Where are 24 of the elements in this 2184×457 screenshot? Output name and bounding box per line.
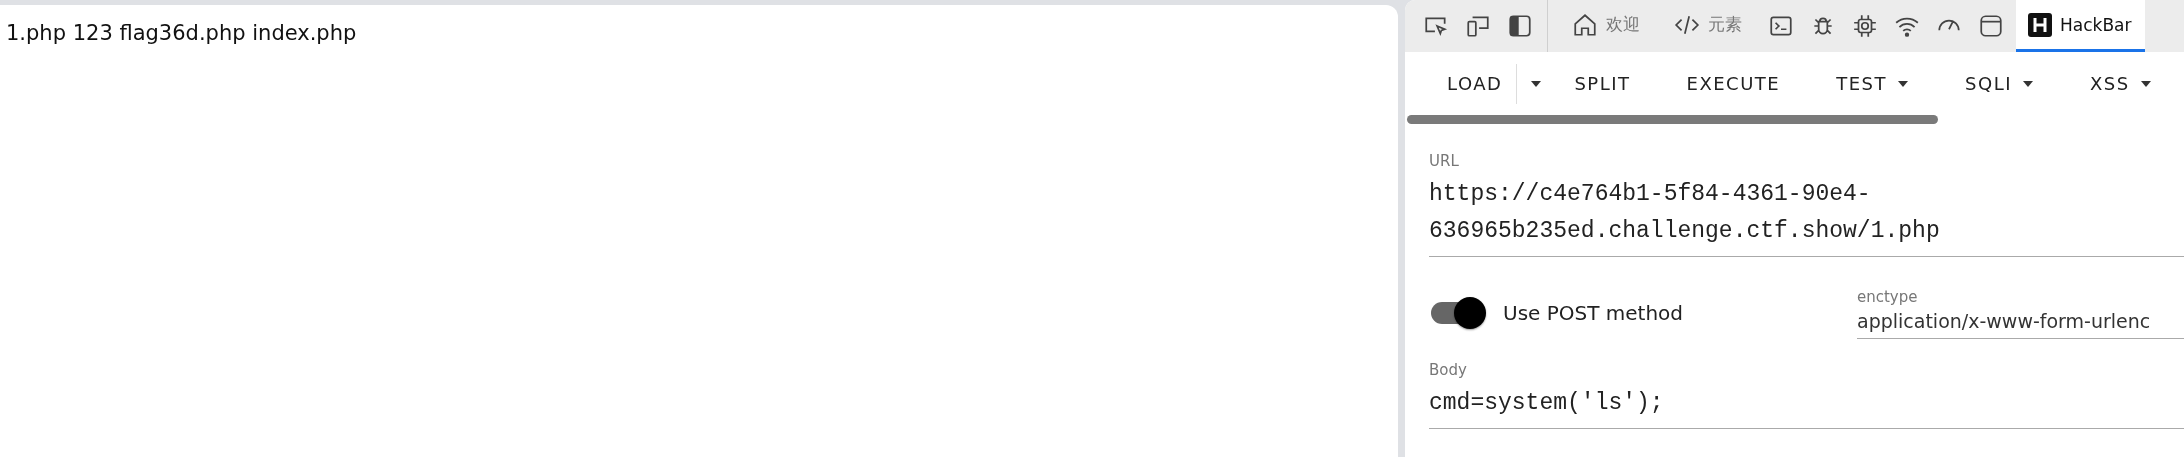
- hackbar-logo-icon: [2028, 12, 2052, 37]
- body-field[interactable]: cmd=system('ls');: [1429, 379, 2184, 429]
- devtools-tab[interactable]: 欢迎: [1560, 0, 1654, 52]
- caret-icon: [2022, 79, 2034, 88]
- menu-button[interactable]: XSS: [2066, 61, 2176, 106]
- menu-button[interactable]: EXECUTE: [1662, 61, 1805, 106]
- field-label: URL: [1429, 152, 1460, 170]
- menu-button[interactable]: SQLI: [1941, 61, 2058, 106]
- enctype-field[interactable]: application/x-www-form-urlenc: [1857, 305, 2184, 339]
- devtools-tab[interactable]: 元素: [1662, 0, 1756, 52]
- devtools-tab[interactable]: HackBar: [2016, 0, 2146, 52]
- caret-icon: [2139, 79, 2152, 88]
- field-label: Body: [1429, 361, 1468, 379]
- scrollbar-thumb[interactable]: [1407, 115, 1938, 124]
- caret-icon: [1530, 79, 1543, 88]
- menu-button[interactable]: SPLIT: [1550, 61, 1655, 106]
- caret-icon: [1897, 79, 1910, 88]
- menu-button[interactable]: LOAD: [1423, 61, 1527, 106]
- url-field[interactable]: https://c4e764b1-5f84-4361-90e4- 636965b235ed.challenge.ctf.show/1.php: [1429, 170, 2184, 257]
- dropdown-button[interactable]: [1516, 63, 1543, 104]
- menu-button[interactable]: TEST: [1812, 61, 1934, 106]
- switch-label: Use POST method: [1503, 301, 1685, 325]
- page-text: 1.php 123 flag36d.php index.php: [6, 21, 357, 45]
- field-label: enctype: [1857, 287, 1919, 306]
